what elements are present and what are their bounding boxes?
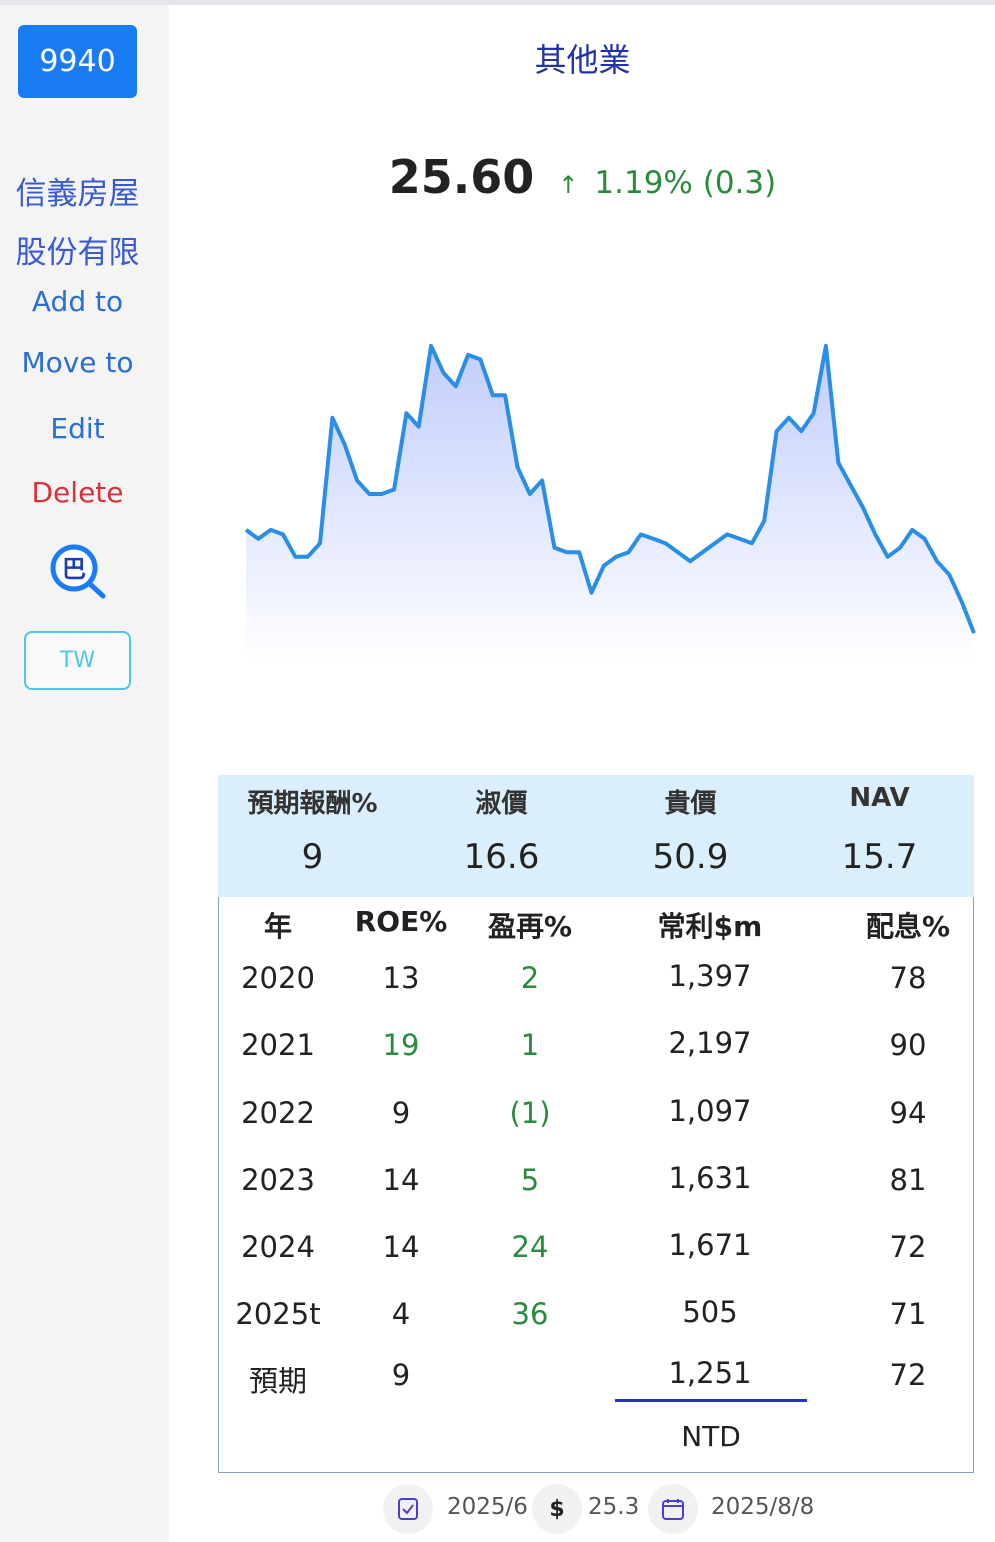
- valuation-expected-return: 預期報酬% 9: [218, 775, 407, 897]
- valuation-value: 9: [301, 837, 324, 877]
- table-cell: 2024: [241, 1230, 315, 1264]
- table-cell: 9: [391, 1096, 411, 1130]
- valuation-nav: NAV 15.7: [785, 775, 974, 897]
- table-cell: 81: [889, 1163, 927, 1197]
- table-cell: 78: [889, 961, 927, 995]
- market-tw-button[interactable]: TW: [24, 631, 131, 690]
- table-cell: 4: [391, 1297, 411, 1331]
- table-cell: 2: [520, 961, 540, 995]
- table-cell: 2021: [241, 1028, 315, 1062]
- table-cell: 1: [520, 1028, 540, 1062]
- table-cell: 2,197: [668, 1026, 752, 1060]
- price-area-fill: [246, 345, 974, 660]
- valuation-label: NAV: [849, 783, 910, 813]
- table-cell: 72: [889, 1230, 927, 1264]
- table-cell: 13: [382, 961, 420, 995]
- delete-link[interactable]: Delete: [0, 476, 155, 509]
- column-header-roe: ROE%: [354, 905, 448, 938]
- valuation-fair-price: 淑價 16.6: [407, 775, 596, 897]
- earnings-underline: [615, 1399, 807, 1402]
- sector-title: 其他業: [534, 41, 631, 79]
- document-check-icon: [383, 1484, 433, 1534]
- column-header-payout: 配息%: [865, 910, 951, 943]
- move-to-link[interactable]: Move to: [0, 346, 155, 379]
- valuation-label: 貴價: [664, 789, 717, 819]
- column-header-retention: 盈再%: [487, 910, 573, 943]
- table-cell: 71: [889, 1297, 927, 1331]
- table-cell: 1,097: [668, 1094, 752, 1128]
- table-cell: 90: [889, 1028, 927, 1062]
- currency-label: NTD: [681, 1420, 741, 1453]
- valuation-value: 16.6: [463, 837, 540, 877]
- valuation-value: 15.7: [841, 837, 918, 877]
- calendar-icon: [648, 1484, 698, 1534]
- table-cell: 2023: [241, 1163, 315, 1197]
- table-cell: 2020: [241, 961, 315, 995]
- table-cell: 9: [391, 1358, 411, 1392]
- current-price: 25.60: [388, 150, 535, 204]
- company-name-line2: 股份有限: [15, 235, 140, 271]
- magnifier-search-icon[interactable]: 巴: [48, 542, 108, 602]
- up-arrow-icon: ↑: [558, 171, 579, 199]
- table-cell: 505: [682, 1295, 738, 1329]
- table-cell: 預期: [248, 1364, 307, 1398]
- table-cell: 19: [382, 1028, 420, 1062]
- footer-price-text: 25.3: [588, 1494, 640, 1520]
- price-change: 1.19% (0.3): [594, 165, 777, 201]
- table-cell: 2022: [241, 1096, 315, 1130]
- table-cell: 14: [382, 1230, 420, 1264]
- dollar-glyph: $: [549, 1496, 565, 1522]
- report-period-text: 2025/6: [447, 1494, 528, 1520]
- column-header-year: 年: [263, 910, 292, 943]
- column-header-earnings: 常利$m: [657, 910, 763, 943]
- price-chart: [244, 343, 976, 660]
- table-cell: 14: [382, 1163, 420, 1197]
- magnifier-glyph: 巴: [62, 555, 86, 583]
- table-cell: 94: [889, 1096, 927, 1130]
- ticker-button[interactable]: 9940: [18, 25, 137, 98]
- table-cell: 24: [511, 1230, 549, 1264]
- table-cell: 72: [889, 1358, 927, 1392]
- valuation-panel: 預期報酬% 9 淑價 16.6 貴價 50.9 NAV 15.7: [218, 775, 974, 897]
- valuation-label: 預期報酬%: [247, 789, 378, 819]
- table-cell: 1,251: [668, 1356, 752, 1390]
- table-cell: 1,397: [668, 959, 752, 993]
- company-name-line1: 信義房屋: [15, 176, 140, 212]
- footer-date-text: 2025/8/8: [711, 1494, 815, 1520]
- add-to-link[interactable]: Add to: [0, 285, 155, 318]
- price-row: 25.60 ↑ 1.19% (0.3): [170, 150, 995, 204]
- table-cell: 1,671: [668, 1228, 752, 1262]
- edit-link[interactable]: Edit: [0, 412, 155, 445]
- table-cell: (1): [509, 1096, 551, 1130]
- table-cell: 36: [511, 1297, 549, 1331]
- table-cell: 1,631: [668, 1161, 752, 1195]
- sidebar: 9940 信義房屋 股份有限 Add to Move to Edit Delet…: [0, 5, 169, 1542]
- dollar-icon: $: [532, 1484, 582, 1534]
- valuation-value: 50.9: [652, 837, 729, 877]
- table-cell: 2025t: [235, 1297, 321, 1331]
- table-cell: 5: [520, 1163, 540, 1197]
- valuation-label: 淑價: [475, 789, 528, 819]
- valuation-expensive-price: 貴價 50.9: [596, 775, 785, 897]
